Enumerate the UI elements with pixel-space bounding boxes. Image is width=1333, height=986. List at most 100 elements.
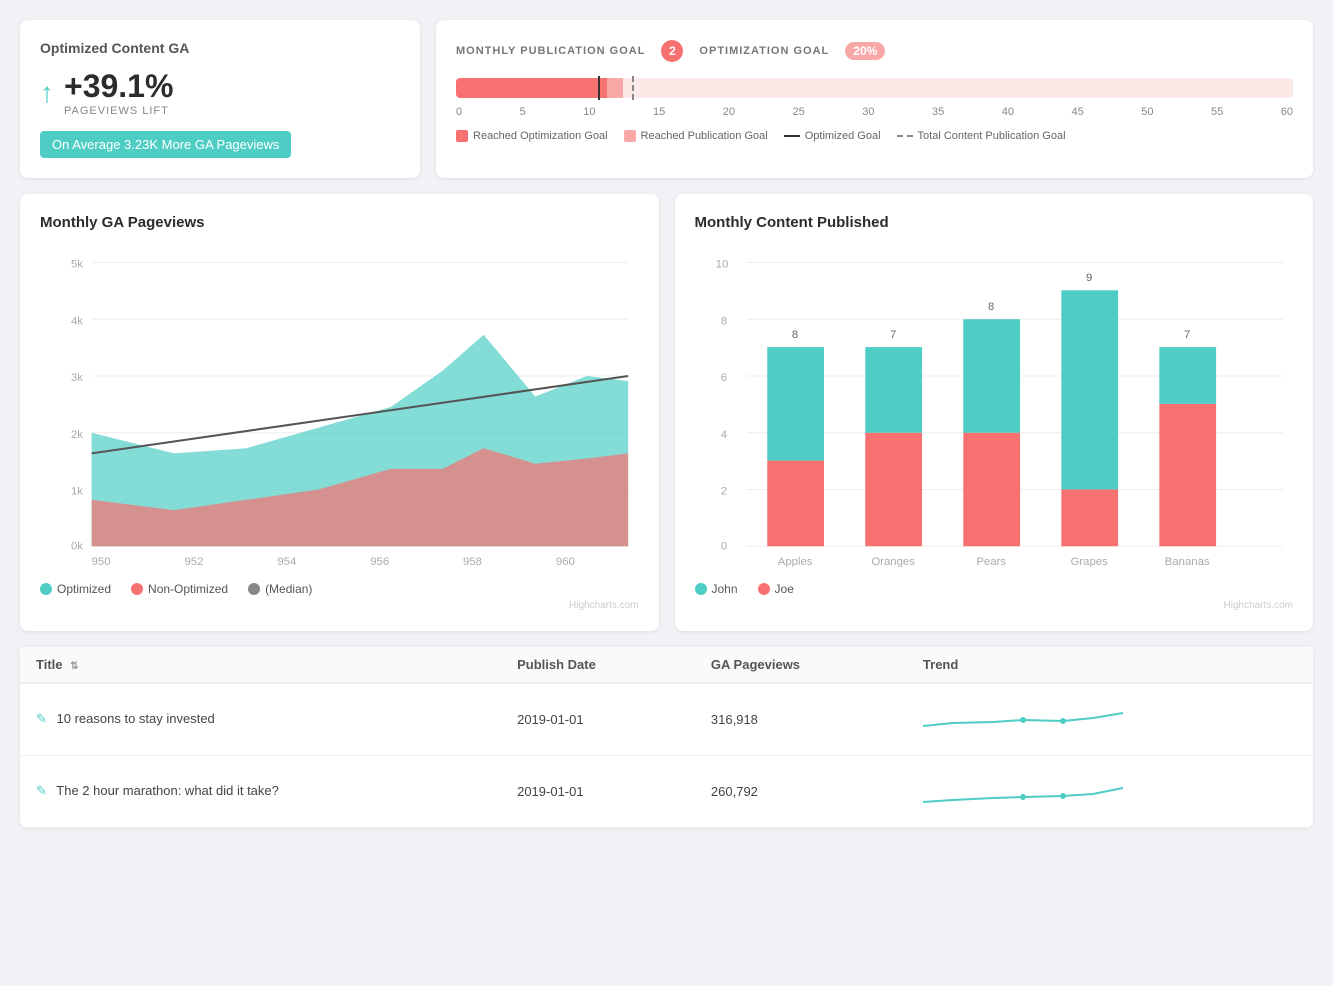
pub-legend: Reached Optimization Goal Reached Public… [456, 130, 1293, 142]
svg-text:1k: 1k [71, 486, 83, 498]
publication-bar-area: 0 5 10 15 20 25 30 35 40 45 50 55 60 [456, 78, 1293, 118]
svg-text:0k: 0k [71, 540, 83, 552]
svg-text:9: 9 [1086, 272, 1092, 284]
svg-text:7: 7 [889, 329, 895, 341]
col-ga-pageviews: GA Pageviews [695, 647, 907, 683]
legend-dot-pink [624, 130, 636, 142]
svg-text:4: 4 [720, 429, 726, 441]
lift-avg-text: On Average 3.23K More GA Pageviews [40, 131, 291, 158]
median-label: (Median) [265, 582, 312, 596]
legend-line-dashed [897, 135, 913, 137]
svg-text:952: 952 [184, 556, 203, 567]
non-optimized-label: Non-Optimized [148, 582, 228, 596]
optimization-label: OPTIMIZATION GOAL [699, 45, 829, 57]
ga-chart-title: Monthly GA Pageviews [40, 214, 639, 231]
table-row: ✎ 10 reasons to stay invested 2019-01-01… [20, 683, 1313, 756]
publication-goal-card: MONTHLY PUBLICATION GOAL 2 OPTIMIZATION … [436, 20, 1313, 178]
col-title: Title ⇅ [20, 647, 501, 683]
bar-pears-john [963, 319, 1020, 433]
col-publish-date: Publish Date [501, 647, 695, 683]
svg-text:Pears: Pears [976, 556, 1006, 567]
joe-label: Joe [775, 582, 794, 596]
svg-text:8: 8 [791, 329, 797, 341]
row2-date: 2019-01-01 [501, 755, 695, 827]
non-optimized-dot [131, 583, 143, 595]
row2-pageviews: 260,792 [695, 755, 907, 827]
content-chart-title: Monthly Content Published [695, 214, 1294, 231]
optimized-dot [40, 583, 52, 595]
legend-reached-pub: Reached Publication Goal [624, 130, 768, 142]
progress-bar [456, 78, 1293, 98]
trend-svg-2 [923, 770, 1123, 810]
ga-chart-legend: Optimized Non-Optimized (Median) [40, 582, 639, 596]
svg-text:10: 10 [715, 259, 728, 271]
progress-fill-pink [607, 78, 624, 98]
legend-optimized-goal: Optimized Goal [784, 130, 881, 142]
bar-apples-joe [767, 461, 824, 547]
john-dot [695, 583, 707, 595]
monthly-pub-label: MONTHLY PUBLICATION GOAL [456, 45, 645, 57]
legend-john: John [695, 582, 738, 596]
trend-svg-1 [923, 698, 1123, 738]
row1-trend [907, 683, 1313, 756]
content-table-card: Title ⇅ Publish Date GA Pageviews Trend … [20, 647, 1313, 828]
svg-text:4k: 4k [71, 315, 83, 327]
bar-oranges-joe [865, 433, 922, 547]
lift-label: PAGEVIEWS LIFT [64, 105, 173, 117]
lift-percentage: +39.1% [64, 68, 173, 105]
goal-line-solid [598, 76, 600, 100]
legend-dot-red [456, 130, 468, 142]
svg-text:954: 954 [277, 556, 296, 567]
table-header-row: Title ⇅ Publish Date GA Pageviews Trend [20, 647, 1313, 683]
svg-text:0: 0 [720, 540, 726, 552]
edit-icon-1[interactable]: ✎ [36, 711, 47, 726]
bar-grapes-john [1061, 290, 1118, 489]
bar-pears-joe [963, 433, 1020, 547]
monthly-content-published-card: Monthly Content Published 10 8 6 4 2 0 8 [675, 194, 1314, 631]
svg-text:958: 958 [463, 556, 482, 567]
content-chart-legend: John Joe [695, 582, 1294, 596]
content-table: Title ⇅ Publish Date GA Pageviews Trend … [20, 647, 1313, 828]
axis-labels: 0 5 10 15 20 25 30 35 40 45 50 55 60 [456, 106, 1293, 118]
ga-pageviews-svg: 5k 4k 3k 2k 1k 0k 950 952 954 956 958 [40, 247, 639, 567]
joe-dot [758, 583, 770, 595]
svg-text:8: 8 [987, 301, 993, 313]
john-label: John [712, 582, 738, 596]
ga-card-title: Optimized Content GA [40, 40, 400, 56]
col-trend: Trend [907, 647, 1313, 683]
svg-text:956: 956 [370, 556, 389, 567]
svg-text:2k: 2k [71, 429, 83, 441]
legend-joe: Joe [758, 582, 794, 596]
row2-title: ✎ The 2 hour marathon: what did it take? [20, 755, 501, 827]
svg-text:960: 960 [556, 556, 575, 567]
bar-bananas-john [1159, 347, 1216, 404]
optimization-badge: 20% [845, 42, 885, 60]
row1-pageviews: 316,918 [695, 683, 907, 756]
goal-line-dashed [632, 76, 634, 100]
legend-total-pub-goal: Total Content Publication Goal [897, 130, 1066, 142]
svg-text:Oranges: Oranges [871, 556, 915, 567]
svg-text:950: 950 [92, 556, 111, 567]
bar-apples-john [767, 347, 824, 461]
bar-grapes-joe [1061, 489, 1118, 546]
progress-fill-red [456, 78, 607, 98]
bar-bananas-joe [1159, 404, 1216, 546]
legend-median: (Median) [248, 582, 312, 596]
edit-icon-2[interactable]: ✎ [36, 783, 47, 798]
table-row: ✎ The 2 hour marathon: what did it take?… [20, 755, 1313, 827]
lift-arrow-icon: ↑ [40, 79, 54, 107]
svg-text:Apples: Apples [777, 556, 812, 567]
ga-chart-credit: Highcharts.com [40, 600, 639, 611]
optimized-content-ga-card: Optimized Content GA ↑ +39.1% PAGEVIEWS … [20, 20, 420, 178]
svg-text:8: 8 [720, 315, 726, 327]
svg-text:7: 7 [1184, 329, 1190, 341]
pub-header: MONTHLY PUBLICATION GOAL 2 OPTIMIZATION … [456, 40, 1293, 62]
legend-reached-opt: Reached Optimization Goal [456, 130, 608, 142]
content-published-svg: 10 8 6 4 2 0 8 7 [695, 247, 1294, 567]
sort-icon[interactable]: ⇅ [70, 661, 78, 672]
svg-text:Grapes: Grapes [1070, 556, 1108, 567]
legend-line-solid [784, 135, 800, 137]
legend-non-optimized: Non-Optimized [131, 582, 228, 596]
median-dot [248, 583, 260, 595]
svg-text:6: 6 [720, 372, 726, 384]
